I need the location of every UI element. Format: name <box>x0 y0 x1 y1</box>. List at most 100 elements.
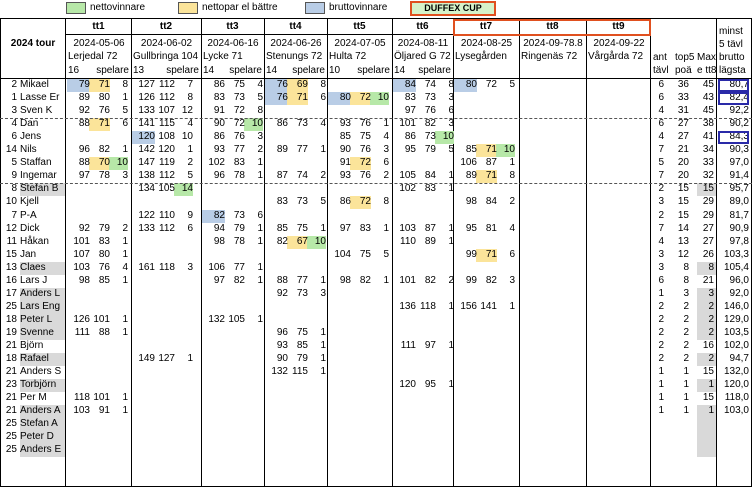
netto-score[interactable]: 112 <box>156 92 175 104</box>
brutto-score[interactable] <box>456 105 477 117</box>
netto-score[interactable] <box>352 314 371 326</box>
player-top5[interactable] <box>672 418 689 430</box>
brutto-score[interactable] <box>522 418 543 430</box>
netto-score[interactable] <box>156 444 175 456</box>
player-name[interactable]: P-A <box>20 210 64 222</box>
points[interactable] <box>564 405 581 417</box>
points[interactable] <box>631 366 648 378</box>
netto-score[interactable] <box>289 418 308 430</box>
points[interactable] <box>631 223 648 235</box>
netto-score[interactable]: 79 <box>91 223 110 235</box>
points[interactable] <box>631 262 648 274</box>
netto-score[interactable]: 72 <box>352 157 371 169</box>
hdr-max-1[interactable]: e tt8 <box>697 65 716 77</box>
points[interactable] <box>437 210 454 222</box>
points[interactable] <box>564 314 581 326</box>
points[interactable] <box>372 288 389 300</box>
brutto-score[interactable] <box>330 340 351 352</box>
brutto-score[interactable] <box>589 405 610 417</box>
brutto-score[interactable]: 93 <box>330 170 351 182</box>
brutto-score[interactable]: 136 <box>395 301 416 313</box>
points[interactable] <box>631 405 648 417</box>
points[interactable] <box>176 301 193 313</box>
points[interactable]: 5 <box>372 249 389 261</box>
netto-score[interactable] <box>544 405 563 417</box>
player-rank[interactable]: 1 <box>0 92 17 104</box>
brutto-score[interactable]: 161 <box>134 262 155 274</box>
points[interactable] <box>564 353 581 365</box>
points[interactable] <box>372 210 389 222</box>
netto-score[interactable] <box>611 431 630 443</box>
brutto-score[interactable] <box>204 405 225 417</box>
brutto-score[interactable] <box>267 444 288 456</box>
player-ant[interactable]: 1 <box>652 405 664 417</box>
brutto-score[interactable] <box>69 288 90 300</box>
player-top5[interactable]: 12 <box>672 249 689 261</box>
brutto-score[interactable] <box>589 196 610 208</box>
player-ant[interactable]: 1 <box>652 379 664 391</box>
player-name[interactable]: Sven K <box>20 105 64 117</box>
player-max[interactable] <box>696 444 714 456</box>
points[interactable] <box>631 196 648 208</box>
player-max[interactable]: 1 <box>696 405 714 417</box>
netto-score[interactable] <box>544 340 563 352</box>
netto-score[interactable] <box>156 301 175 313</box>
points[interactable]: 1 <box>176 144 193 156</box>
points[interactable]: 1 <box>437 183 454 195</box>
brutto-score[interactable] <box>456 236 477 248</box>
points[interactable]: 9 <box>176 210 193 222</box>
player-ant[interactable]: 4 <box>652 105 664 117</box>
netto-score[interactable]: 82 <box>352 275 371 287</box>
player-ant[interactable] <box>652 418 664 430</box>
player-ant[interactable]: 2 <box>652 210 664 222</box>
brutto-score[interactable] <box>69 353 90 365</box>
tt-spelare-tt8[interactable] <box>539 65 584 77</box>
points[interactable]: 1 <box>111 92 128 104</box>
points[interactable] <box>631 418 648 430</box>
brutto-score[interactable]: 101 <box>69 236 90 248</box>
player-top5[interactable]: 15 <box>672 183 689 195</box>
player-minst[interactable]: 103,3 <box>718 249 749 261</box>
brutto-score[interactable]: 97 <box>204 275 225 287</box>
brutto-score[interactable] <box>589 366 610 378</box>
points[interactable]: 1 <box>437 301 454 313</box>
netto-score[interactable] <box>611 327 630 339</box>
points[interactable] <box>564 275 581 287</box>
brutto-score[interactable]: 93 <box>204 144 225 156</box>
brutto-score[interactable]: 133 <box>134 105 155 117</box>
points[interactable] <box>564 223 581 235</box>
brutto-score[interactable] <box>589 288 610 300</box>
points[interactable] <box>246 288 263 300</box>
points[interactable] <box>631 340 648 352</box>
points[interactable] <box>631 444 648 456</box>
brutto-score[interactable]: 120 <box>134 131 155 143</box>
points[interactable] <box>309 392 326 404</box>
player-name[interactable]: Mikael <box>20 79 64 91</box>
brutto-score[interactable] <box>522 262 543 274</box>
brutto-score[interactable]: 83 <box>395 92 416 104</box>
netto-score[interactable] <box>544 118 563 130</box>
points[interactable] <box>437 157 454 169</box>
netto-score[interactable] <box>91 353 110 365</box>
netto-score[interactable]: 118 <box>156 262 175 274</box>
tt-course-tt2[interactable]: Gullbringa 104 <box>133 51 200 63</box>
points[interactable] <box>498 353 515 365</box>
points[interactable]: 4 <box>309 118 326 130</box>
points[interactable] <box>631 236 648 248</box>
netto-score[interactable]: 72 <box>352 92 371 104</box>
points[interactable] <box>111 431 128 443</box>
brutto-score[interactable] <box>69 196 90 208</box>
brutto-score[interactable] <box>330 262 351 274</box>
brutto-score[interactable] <box>134 249 155 261</box>
netto-score[interactable] <box>417 431 436 443</box>
points[interactable] <box>564 131 581 143</box>
tt-title-tt9[interactable]: tt9 <box>586 21 651 33</box>
points[interactable] <box>246 340 263 352</box>
netto-score[interactable] <box>478 236 497 248</box>
points[interactable] <box>631 288 648 300</box>
brutto-score[interactable] <box>267 157 288 169</box>
points[interactable]: 5 <box>437 144 454 156</box>
player-rank[interactable]: 21 <box>0 405 17 417</box>
netto-score[interactable] <box>352 262 371 274</box>
netto-score[interactable] <box>611 170 630 182</box>
